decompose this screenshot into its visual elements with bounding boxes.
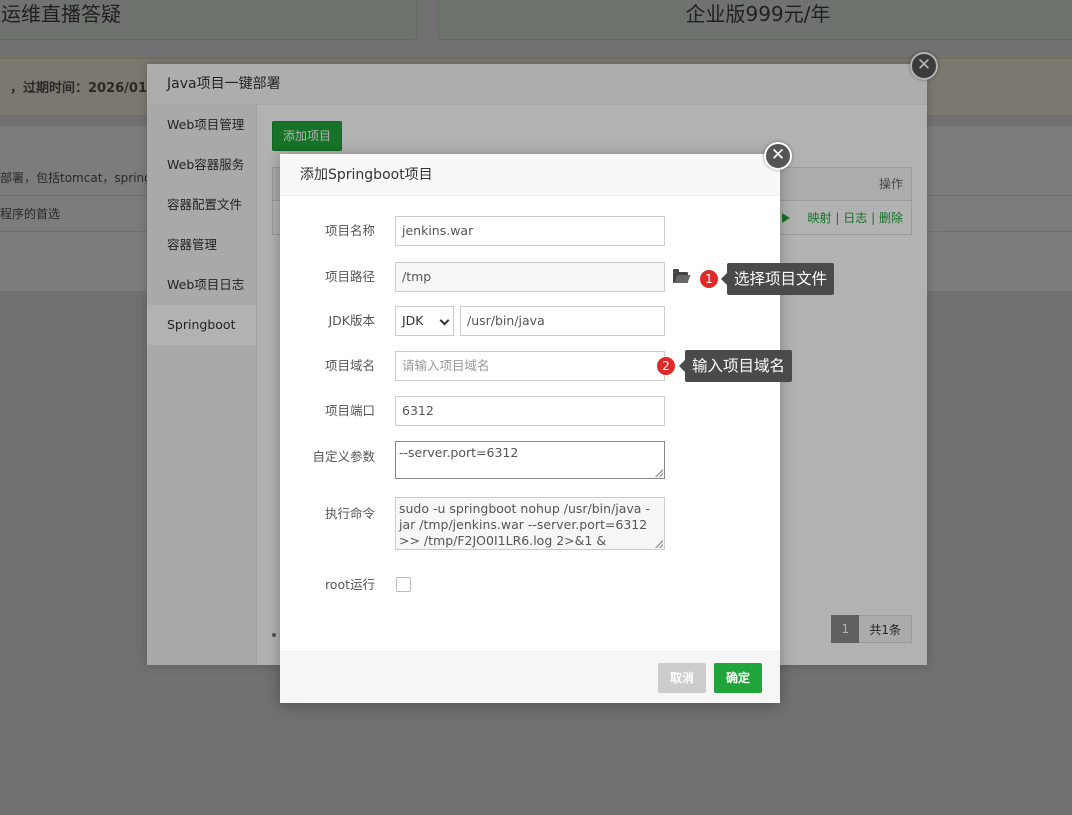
- custom-args-textarea[interactable]: --server.port=6312: [395, 441, 665, 479]
- resize-grip-icon[interactable]: [655, 540, 663, 548]
- project-name-label: 项目名称: [324, 223, 375, 238]
- custom-args-value: --server.port=6312: [399, 445, 519, 460]
- resize-grip-icon[interactable]: [655, 469, 663, 477]
- folder-icon[interactable]: [673, 269, 688, 283]
- project-port-label: 项目端口: [324, 403, 375, 418]
- chevron-down-icon: [439, 315, 450, 326]
- dialog-title: 添加Springboot项目: [280, 154, 780, 196]
- annotation-badge: 1: [699, 269, 719, 289]
- project-domain-label: 项目域名: [324, 358, 375, 373]
- confirm-button[interactable]: 确定: [714, 663, 762, 693]
- add-springboot-dialog: 添加Springboot项目 项目名称 jenkins.war 项目路径 /tm…: [280, 154, 780, 703]
- exec-command-label: 执行命令: [324, 506, 375, 521]
- annotation-badge: 2: [656, 356, 676, 376]
- jdk-select[interactable]: JDK: [395, 306, 454, 336]
- project-path-label: 项目路径: [324, 269, 375, 284]
- project-domain-input[interactable]: 请输入项目域名: [395, 351, 665, 381]
- exec-command-value: sudo -u springboot nohup /usr/bin/java -…: [399, 501, 650, 548]
- jdk-select-value: JDK: [402, 313, 424, 328]
- annotation-tooltip: 输入项目域名: [678, 350, 793, 382]
- jdk-version-label: JDK版本: [328, 313, 375, 328]
- jdk-path-input[interactable]: /usr/bin/java: [460, 306, 665, 336]
- exec-command-textarea[interactable]: sudo -u springboot nohup /usr/bin/java -…: [395, 497, 665, 550]
- project-path-input[interactable]: /tmp: [395, 262, 665, 292]
- annotation-tooltip: 选择项目文件: [720, 263, 835, 295]
- project-port-input[interactable]: 6312: [395, 396, 665, 426]
- cancel-button[interactable]: 取消: [658, 663, 706, 693]
- dialog-footer: 取消 确定: [280, 651, 780, 703]
- inner-close-icon[interactable]: ✕: [764, 142, 792, 170]
- root-run-checkbox[interactable]: [396, 577, 411, 592]
- custom-args-label: 自定义参数: [312, 449, 375, 464]
- root-run-label: root运行: [324, 577, 375, 592]
- project-name-input[interactable]: jenkins.war: [395, 216, 665, 246]
